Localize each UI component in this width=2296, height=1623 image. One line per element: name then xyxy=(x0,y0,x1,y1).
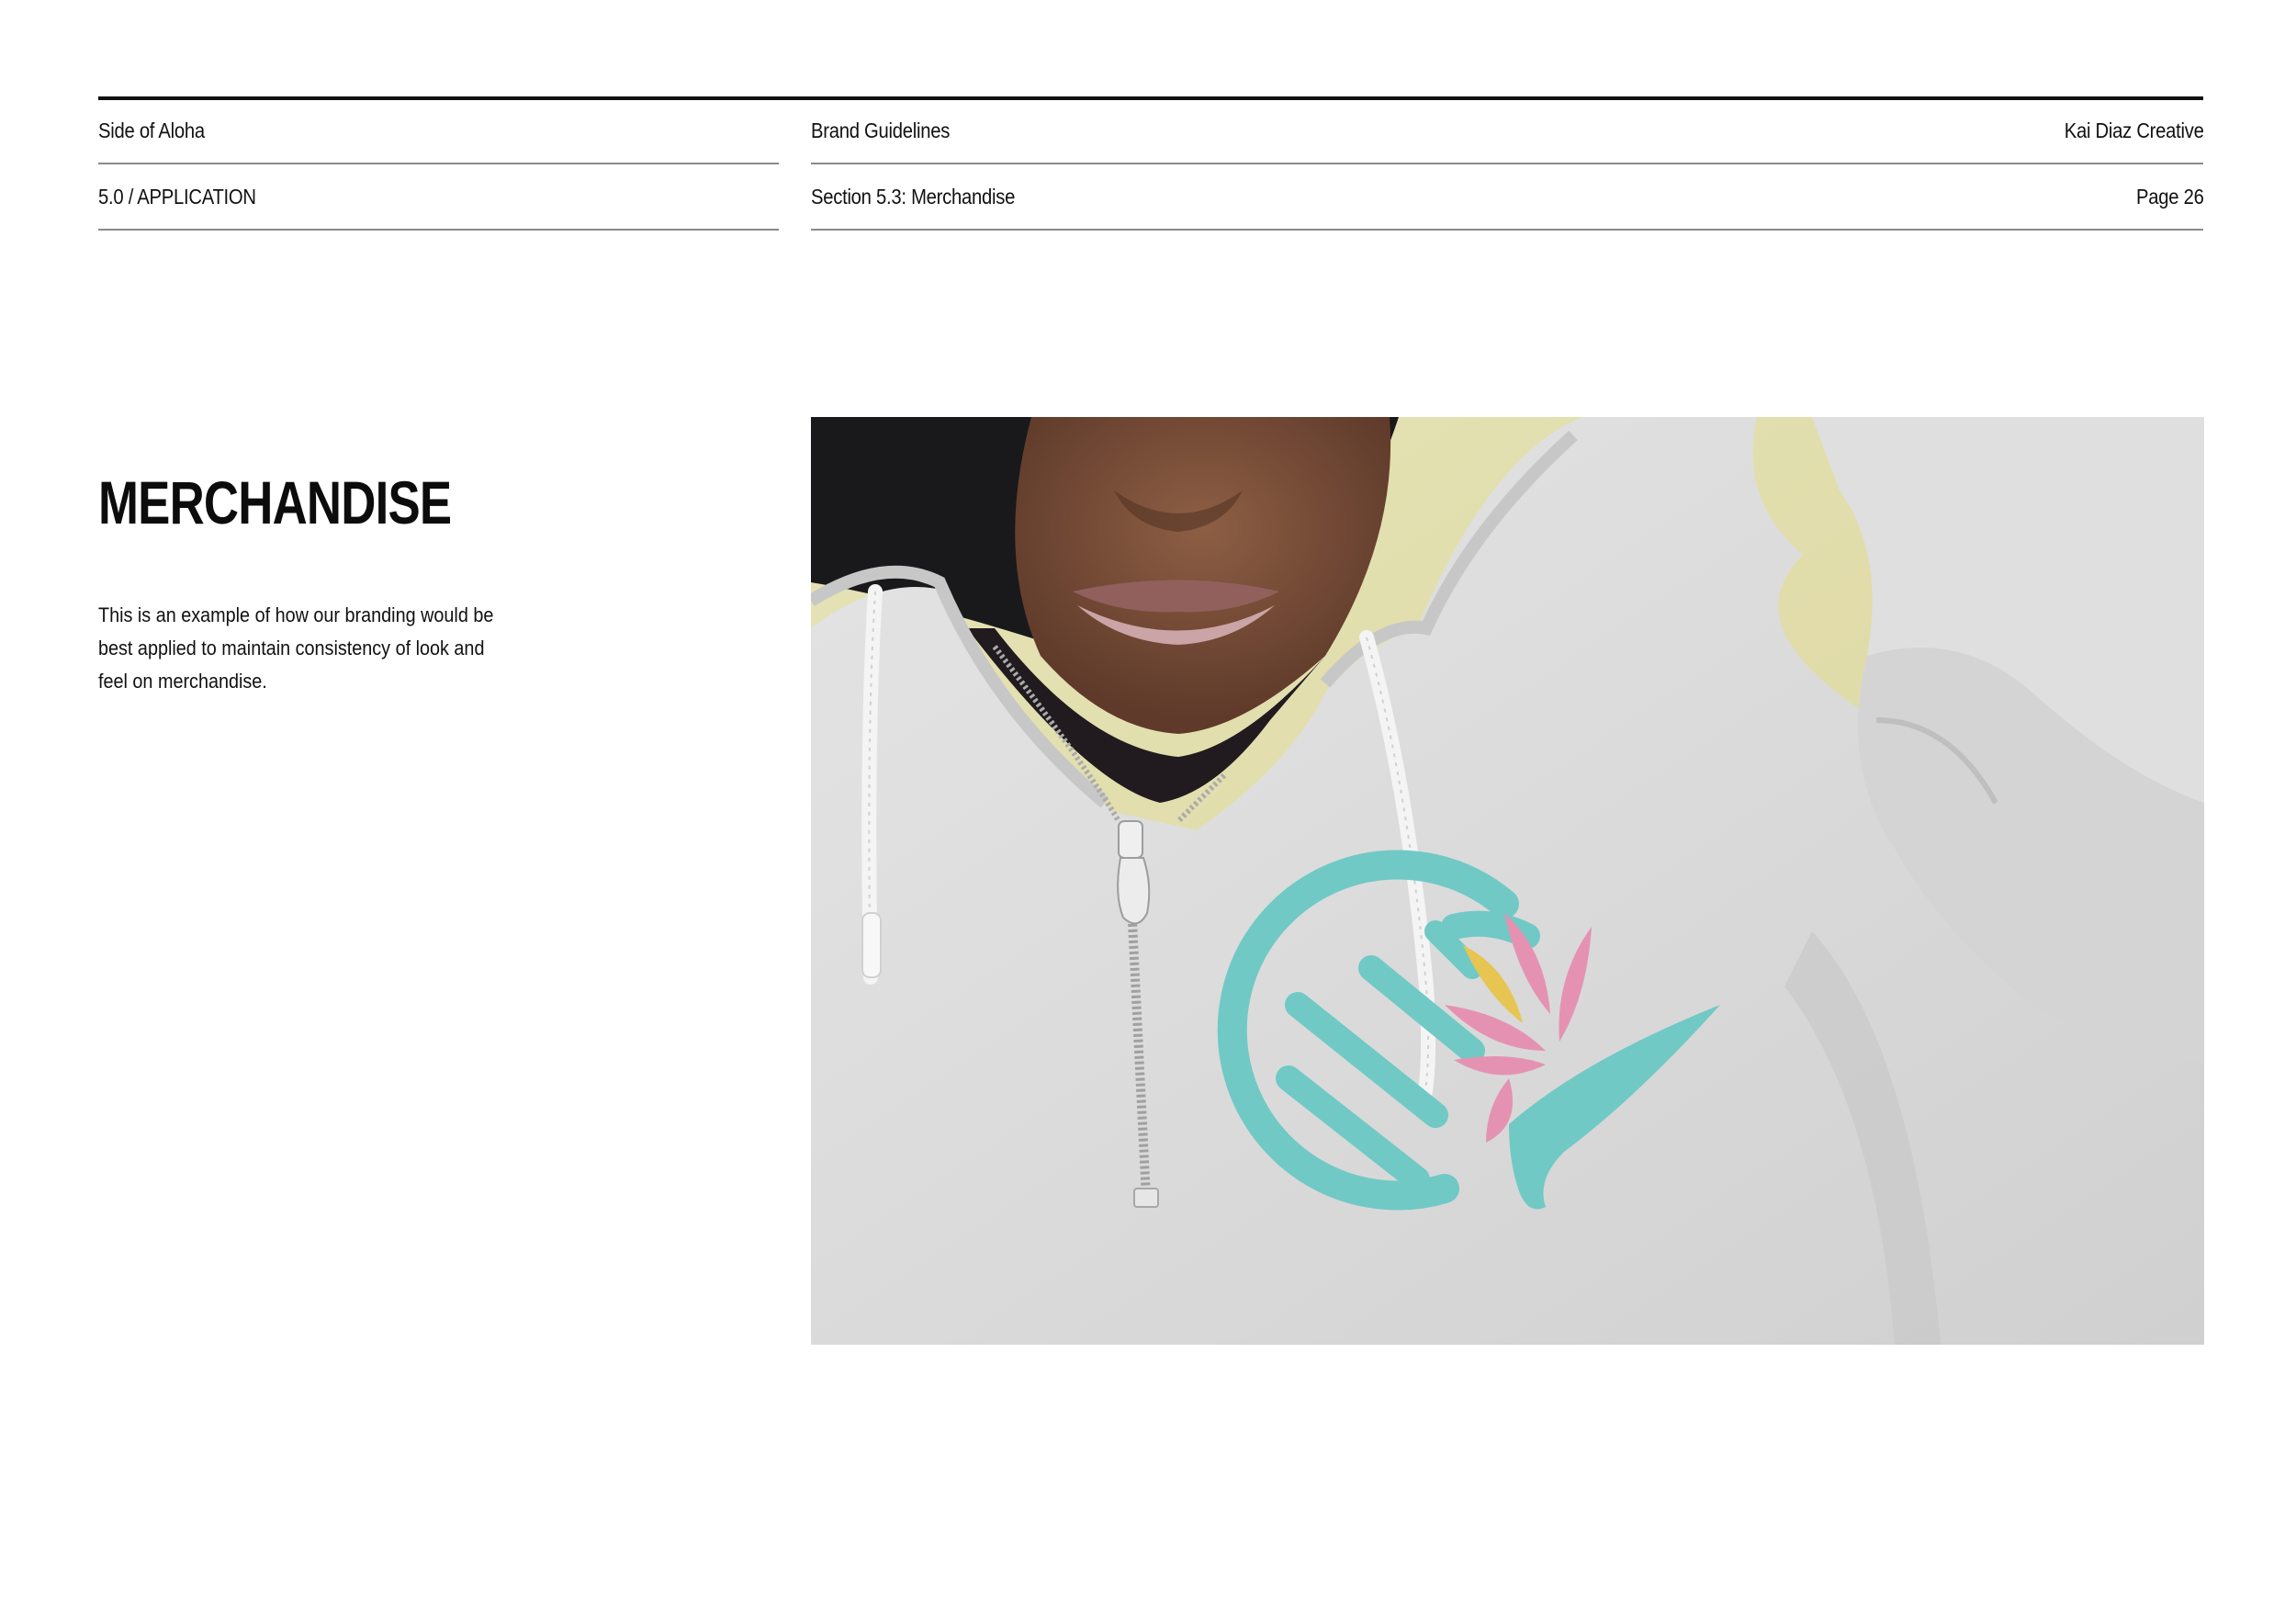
page-title: MERCHANDISE xyxy=(98,468,452,536)
merchandise-photo xyxy=(811,417,2204,1345)
header-top-rule xyxy=(98,96,2203,100)
chapter-label: 5.0 / APPLICATION xyxy=(98,185,256,209)
section-label: Section 5.3: Merchandise xyxy=(811,185,1016,209)
header-divider xyxy=(811,163,2203,164)
description-text: This is an example of how our branding w… xyxy=(98,603,494,693)
header-divider xyxy=(98,163,779,164)
document-title: Brand Guidelines xyxy=(811,118,951,142)
header-divider xyxy=(811,229,2203,231)
header-divider xyxy=(98,229,779,231)
brand-guidelines-page: Side of Aloha Brand Guidelines Kai Diaz … xyxy=(0,0,2296,1623)
agency-name: Kai Diaz Creative xyxy=(2065,118,2204,142)
brand-name: Side of Aloha xyxy=(98,118,205,142)
page-number: Page 26 xyxy=(2136,185,2204,209)
